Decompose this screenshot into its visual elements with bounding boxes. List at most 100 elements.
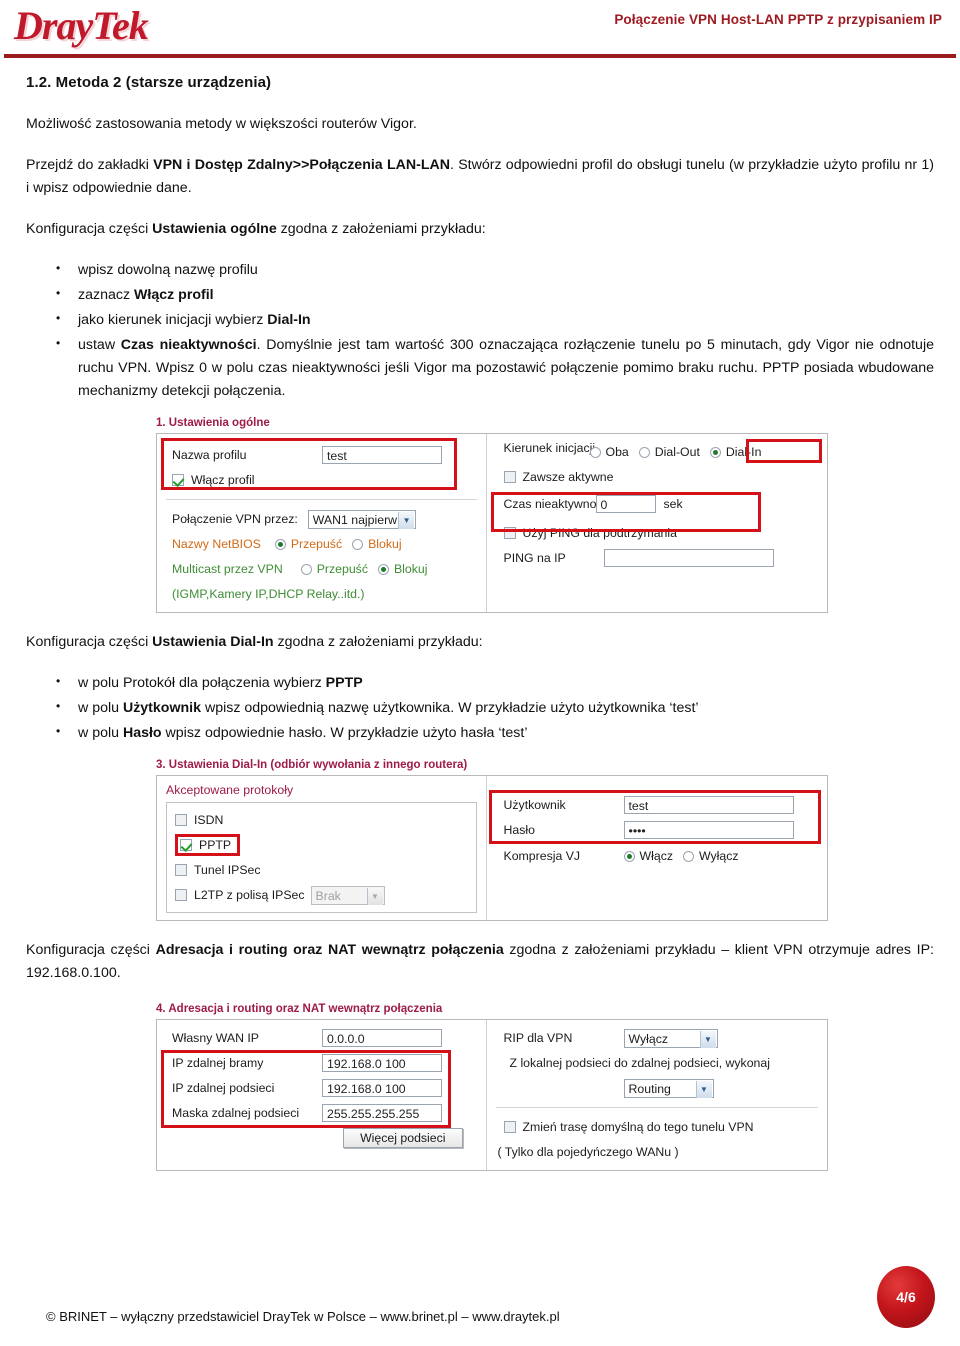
radio-icon[interactable] (683, 850, 694, 862)
route-direction-text: Z lokalnej podsieci do zdalnej podsieci,… (509, 1056, 770, 1070)
page-number-badge: 4/6 (877, 1266, 935, 1328)
general-settings-bullets: wpisz dowolną nazwę profilu zaznacz Włąc… (26, 259, 934, 403)
multicast-label: Multicast przez VPN (172, 562, 283, 576)
default-route-checkbox-icon[interactable] (503, 1121, 516, 1133)
figure-nat-routing: 4. Adresacja i routing oraz NAT wewnątrz… (26, 1003, 934, 1171)
ping-keepalive-checkbox-icon[interactable] (503, 527, 516, 539)
direction-option-dial-out[interactable]: Dial-Out (638, 445, 700, 459)
protocol-pptp-row[interactable]: PPTP (175, 834, 468, 856)
l2tp-checkbox-icon[interactable] (175, 889, 187, 901)
navigation-paragraph: Przejdź do zakładki VPN i Dostęp Zdalny>… (26, 154, 934, 200)
figure3-caption: 3. Ustawienia Dial-In (odbiór wywołania … (156, 759, 468, 771)
vj-compression-label: Kompresja VJ (503, 849, 581, 863)
profile-name-input[interactable]: test (322, 446, 442, 464)
protocol-ipsec-row[interactable]: Tunel IPSec (175, 859, 468, 881)
chevron-down-icon: ▼ (366, 887, 383, 905)
remote-subnet-input[interactable]: 192.168.0 100 (322, 1079, 442, 1097)
multicast-block-option[interactable]: Blokuj (377, 562, 427, 576)
multicast-note-row: (IGMP,Kamery IP,DHCP Relay..itd.) (166, 583, 477, 605)
enable-profile-label: Włącz profil (191, 473, 255, 487)
enable-profile-checkbox-icon[interactable] (172, 474, 184, 486)
vpn-through-select[interactable]: WAN1 najpierw ▼ (307, 509, 417, 529)
radio-icon[interactable] (589, 446, 601, 458)
document-content: 1.2. Metoda 2 (starsze urządzenia) Możli… (0, 74, 960, 1171)
list-item: zaznacz Włącz profil (56, 284, 934, 307)
password-input[interactable]: •••• (623, 821, 794, 839)
protocol-l2tp-row[interactable]: L2TP z polisą IPSec Brak ▼ (175, 884, 468, 906)
figure3-panel: Akceptowane protokoły ISDN PPTP Tunel IP… (156, 775, 828, 921)
username-input[interactable]: test (623, 796, 794, 814)
always-on-label: Zawsze aktywne (522, 470, 614, 484)
nat-lead-pre: Konfiguracja części (26, 942, 156, 958)
remote-gateway-input[interactable]: 192.168.0 100 (322, 1054, 442, 1072)
ping-ip-input[interactable] (603, 549, 774, 567)
dialin-settings-bullets: w polu Protokół dla połączenia wybierz P… (26, 672, 934, 745)
l2tp-policy-select[interactable]: Brak ▼ (310, 885, 385, 905)
netbios-block-option[interactable]: Blokuj (352, 537, 402, 551)
password-label: Hasło (503, 823, 535, 837)
own-wan-ip-input[interactable]: 0.0.0.0 (322, 1029, 442, 1047)
remote-gateway-row: IP zdalnej bramy 192.168.0 100 (166, 1052, 477, 1074)
multicast-pass-option[interactable]: Przepuść (300, 562, 368, 576)
netbios-pass-option[interactable]: Przepuść (274, 537, 342, 551)
general-lead-post: zgodna z założeniami przykładu: (276, 221, 486, 237)
profile-name-row: Nazwa profilu test (166, 444, 477, 466)
password-row: Hasło •••• (496, 819, 818, 841)
radio-icon[interactable] (709, 446, 721, 458)
always-on-row[interactable]: Zawsze aktywne (496, 466, 818, 488)
header-divider-rule (4, 54, 956, 58)
rip-select[interactable]: Wyłącz ▼ (623, 1028, 718, 1048)
radio-icon[interactable] (638, 446, 650, 458)
radio-icon[interactable] (352, 538, 364, 550)
accepted-protocols-title: Akceptowane protokoły (166, 783, 294, 797)
accepted-protocols-box: ISDN PPTP Tunel IPSec L2TP z polisą IPSe… (166, 802, 477, 913)
always-on-checkbox-icon[interactable] (503, 471, 516, 483)
nat-lead-bold: Adresacja i routing oraz NAT wewnątrz po… (155, 942, 504, 958)
pptp-checkbox-icon[interactable] (180, 839, 192, 851)
direction-option-dial-in[interactable]: Dial-In (709, 445, 761, 459)
route-action-value: Routing (628, 1081, 671, 1096)
more-subnets-button[interactable]: Więcej podsieci (343, 1128, 463, 1148)
page-footer: © BRINET – wyłączny przedstawiciel DrayT… (0, 1266, 960, 1346)
enable-profile-row[interactable]: Włącz profil (166, 469, 477, 491)
route-action-select[interactable]: Routing ▼ (623, 1078, 714, 1098)
figure-general-settings: 1. Ustawienia ogólne Nazwa profilu test … (26, 417, 934, 613)
figure1-right-column: Kierunek inicjacji Oba Dial-Out Dial-In … (487, 434, 827, 612)
idle-timeout-input[interactable]: 0 (595, 495, 656, 513)
draytek-logo: DrayTek (14, 3, 149, 48)
isdn-checkbox-icon[interactable] (175, 814, 187, 826)
multicast-row: Multicast przez VPN Przepuść Blokuj (166, 558, 477, 580)
figure1-panel: Nazwa profilu test Włącz profil Połączen… (156, 433, 828, 613)
dialin-lead-pre: Konfiguracja części (26, 634, 153, 650)
radio-icon[interactable] (377, 563, 389, 575)
vj-disable-option[interactable]: Wyłącz (683, 849, 739, 863)
isdn-label: ISDN (194, 813, 224, 827)
figure4-right-column: RIP dla VPN Wyłącz ▼ Z lokalnej podsieci … (487, 1020, 827, 1170)
figure4-right-divider (495, 1107, 818, 1108)
ping-keepalive-row[interactable]: Użyj PING dla podtrzymania (496, 522, 818, 544)
figure4-panel: Własny WAN IP 0.0.0.0 IP zdalnej bramy 1… (156, 1019, 828, 1171)
figure1-caption: 1. Ustawienia ogólne (156, 417, 270, 429)
vj-compression-row: Kompresja VJ Włącz Wyłącz (496, 845, 818, 867)
direction-option-both[interactable]: Oba (589, 445, 629, 459)
vpn-through-value: WAN1 najpierw (312, 512, 398, 527)
figure3-left-column: Akceptowane protokoły ISDN PPTP Tunel IP… (157, 776, 487, 920)
own-wan-ip-label: Własny WAN IP (172, 1031, 259, 1045)
radio-icon[interactable] (623, 850, 635, 862)
list-item: wpisz dowolną nazwę profilu (56, 259, 934, 282)
nav-text-pre: Przejdź do zakładki (26, 157, 154, 173)
ping-ip-row: PING na IP (496, 547, 818, 569)
profile-name-label: Nazwa profilu (172, 448, 247, 462)
nav-path-bold: VPN i Dostęp Zdalny>>Połączenia LAN-LAN (153, 157, 450, 173)
idle-timeout-label: Czas nieaktywności (503, 496, 612, 511)
remote-mask-input[interactable]: 255.255.255.255 (322, 1104, 442, 1122)
general-lead-pre: Konfiguracja części (26, 221, 153, 237)
multicast-note: (IGMP,Kamery IP,DHCP Relay..itd.) (172, 587, 365, 601)
radio-icon[interactable] (300, 563, 312, 575)
protocol-isdn-row[interactable]: ISDN (175, 809, 468, 831)
remote-gateway-label: IP zdalnej bramy (172, 1056, 264, 1070)
default-route-row[interactable]: Zmień trasę domyślną do tego tunelu VPN (496, 1116, 818, 1138)
radio-icon[interactable] (274, 538, 286, 550)
ipsec-checkbox-icon[interactable] (175, 864, 187, 876)
vj-enable-option[interactable]: Włącz (623, 849, 673, 863)
